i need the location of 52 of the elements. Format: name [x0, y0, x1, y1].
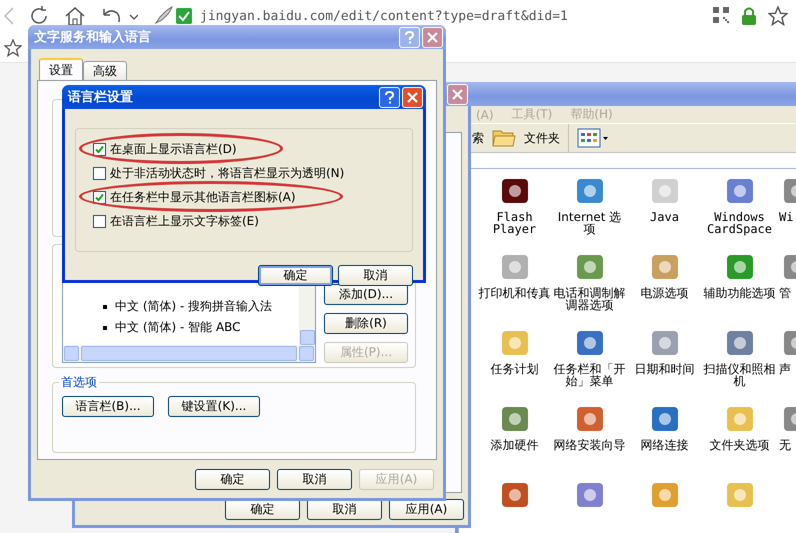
back-icon[interactable]: [4, 7, 14, 25]
option-label[interactable]: 处于非活动状态时，将语言栏显示为透明(N): [110, 165, 344, 182]
applet-label[interactable]: Flash Player: [478, 211, 550, 235]
applet-label[interactable]: 声: [777, 363, 791, 375]
checkbox[interactable]: [93, 143, 106, 156]
dialog-button[interactable]: 取消: [338, 265, 413, 286]
applet-label[interactable]: 日期和时间: [628, 363, 700, 375]
bullet-icon: [103, 304, 107, 308]
applet-label[interactable]: 任务栏和「开始」菜单: [554, 363, 626, 387]
applet-label[interactable]: 文件夹选项: [704, 439, 776, 451]
applet-label[interactable]: 无: [777, 439, 791, 451]
side-button[interactable]: 删除(R): [324, 313, 408, 334]
help-icon[interactable]: [379, 86, 400, 108]
applet-label[interactable]: 任务计划: [478, 363, 550, 375]
dialog-button[interactable]: 确定: [258, 265, 333, 286]
lock-icon[interactable]: [740, 6, 758, 26]
secure-check-icon: [176, 8, 192, 24]
applet-label[interactable]: 网络安装向导: [554, 439, 626, 451]
applet-label[interactable]: 辅助功能选项: [704, 287, 776, 299]
qr-code-icon[interactable]: [712, 6, 730, 24]
star-icon[interactable]: [4, 39, 22, 57]
side-button[interactable]: 添加(D)...: [324, 284, 408, 305]
address-bar-url[interactable]: jingyan.baidu.com/edit/content?type=draft&did=1: [200, 8, 568, 24]
option-label[interactable]: 在桌面上显示语言栏(D): [110, 141, 237, 158]
bullet-icon: [103, 326, 107, 330]
applet-label[interactable]: 打印机和传真: [478, 287, 550, 299]
home-icon[interactable]: [64, 5, 86, 27]
applet-label[interactable]: 扫描仪和照相机: [704, 363, 776, 387]
applet-label[interactable]: 电话和调制解调器选项: [554, 287, 626, 311]
applet-label[interactable]: 网络连接: [628, 439, 700, 451]
scrollbar-thumb[interactable]: [81, 346, 297, 361]
window-title: 文字服务和输入语言: [34, 28, 152, 46]
applet-label[interactable]: Java: [628, 211, 700, 223]
window-title: 语言栏设置: [68, 88, 134, 106]
applet-label[interactable]: 添加硬件: [478, 439, 550, 451]
option-label[interactable]: 在语言栏上显示文字标签(E): [110, 213, 259, 230]
list-item[interactable]: 中文 (简体) - 搜狗拼音输入法: [115, 298, 272, 315]
applet-label[interactable]: Internet 选项: [554, 211, 626, 235]
preferences-button[interactable]: 键设置(K)...: [168, 396, 260, 417]
checkbox[interactable]: [93, 167, 106, 180]
close-icon[interactable]: [402, 86, 423, 108]
checkbox[interactable]: [93, 191, 106, 204]
list-item[interactable]: 中文 (简体) - 智能 ABC: [115, 319, 241, 336]
applet-label[interactable]: Windows CardSpace: [704, 211, 776, 235]
preferences-button[interactable]: 语言栏(B)...: [62, 396, 154, 417]
checkbox[interactable]: [93, 215, 106, 228]
group-title: 首选项: [59, 374, 99, 391]
applet-label[interactable]: 电源选项: [628, 287, 700, 299]
applet-label[interactable]: 管: [777, 287, 791, 299]
applet-label[interactable]: Wi: [777, 211, 794, 223]
star-icon[interactable]: [768, 6, 788, 26]
option-label[interactable]: 在任务栏中显示其他语言栏图标(A): [110, 189, 296, 206]
